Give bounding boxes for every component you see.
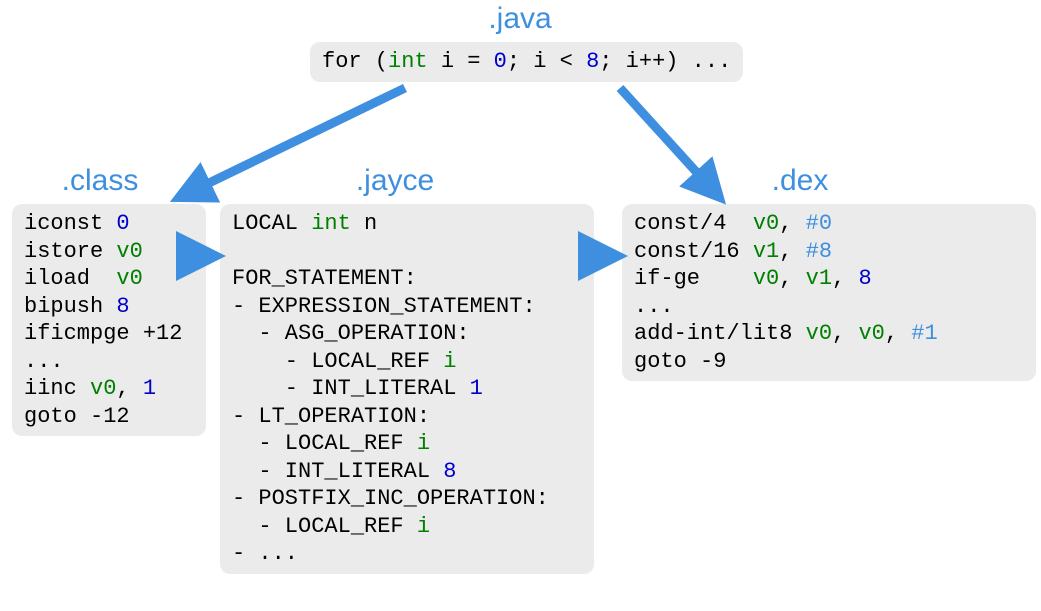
code-line: FOR_STATEMENT: bbox=[232, 265, 582, 293]
code-line: ... bbox=[634, 293, 1024, 321]
code-line: iload v0 bbox=[24, 265, 194, 293]
title-dex: .dex bbox=[700, 164, 900, 198]
code-line: - INT_LITERAL 1 bbox=[232, 375, 582, 403]
code-line: - POSTFIX_INC_OPERATION: bbox=[232, 485, 582, 513]
code-line: - EXPRESSION_STATEMENT: bbox=[232, 293, 582, 321]
code-line: - LOCAL_REF i bbox=[232, 348, 582, 376]
code-line: - ASG_OPERATION: bbox=[232, 320, 582, 348]
code-line bbox=[232, 238, 582, 266]
jayce-code-block: LOCAL int n FOR_STATEMENT:- EXPRESSION_S… bbox=[220, 204, 594, 574]
title-java: .java bbox=[420, 2, 620, 36]
title-class: .class bbox=[0, 164, 200, 198]
code-line: - LOCAL_REF i bbox=[232, 430, 582, 458]
code-line: iconst 0 bbox=[24, 210, 194, 238]
class-code-block: iconst 0istore v0iload v0bipush 8ificmpg… bbox=[12, 204, 206, 436]
code-line: add-int/lit8 v0, v0, #1 bbox=[634, 320, 1024, 348]
dex-code-block: const/4 v0, #0const/16 v1, #8if-ge v0, v… bbox=[622, 204, 1036, 381]
code-line: const/4 v0, #0 bbox=[634, 210, 1024, 238]
code-line: - ... bbox=[232, 540, 582, 568]
code-line: goto -9 bbox=[634, 348, 1024, 376]
code-line: ificmpge +12 bbox=[24, 320, 194, 348]
code-line: istore v0 bbox=[24, 238, 194, 266]
code-line: ... bbox=[24, 348, 194, 376]
code-line: - INT_LITERAL 8 bbox=[232, 458, 582, 486]
title-jayce: .jayce bbox=[295, 164, 495, 198]
code-line: if-ge v0, v1, 8 bbox=[634, 265, 1024, 293]
code-line: bipush 8 bbox=[24, 293, 194, 321]
code-line: LOCAL int n bbox=[232, 210, 582, 238]
code-line: - LOCAL_REF i bbox=[232, 513, 582, 541]
code-line: goto -12 bbox=[24, 403, 194, 431]
code-line: - LT_OPERATION: bbox=[232, 403, 582, 431]
code-line: for (int i = 0; i < 8; i++) ... bbox=[322, 48, 731, 76]
code-line: iinc v0, 1 bbox=[24, 375, 194, 403]
code-line: const/16 v1, #8 bbox=[634, 238, 1024, 266]
java-code-block: for (int i = 0; i < 8; i++) ... bbox=[310, 42, 743, 82]
